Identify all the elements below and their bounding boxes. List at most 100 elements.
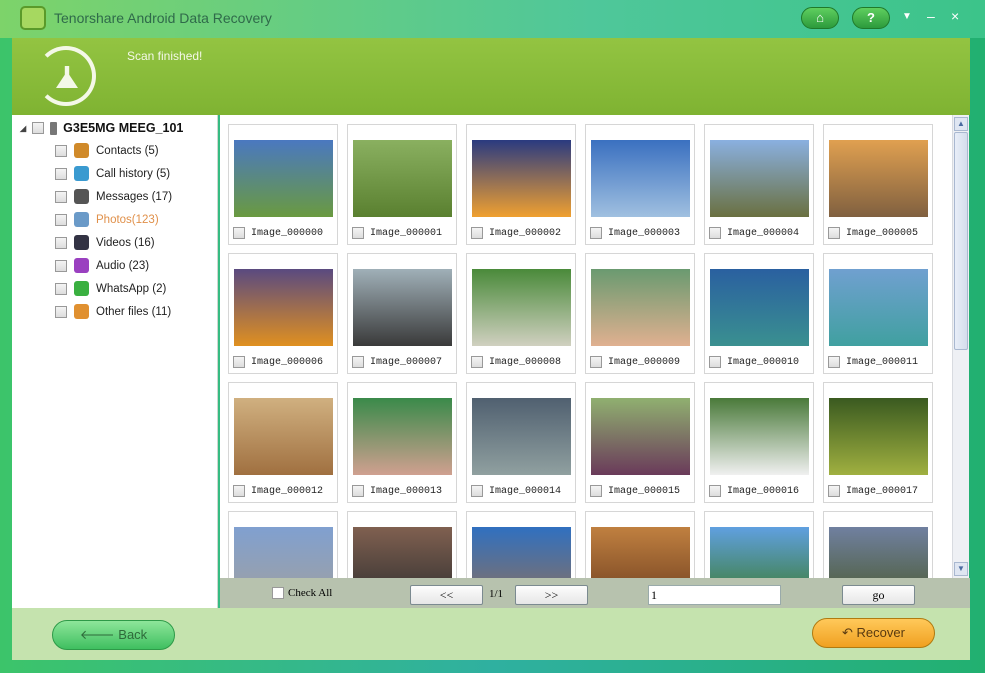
image-thumbnail[interactable] <box>829 398 928 475</box>
image-thumbnail[interactable] <box>353 269 452 346</box>
image-thumbnail[interactable] <box>472 140 571 217</box>
device-node[interactable]: ◢ G3E5MG MEEG_101 <box>20 121 183 135</box>
scroll-thumb[interactable] <box>954 132 968 350</box>
image-tile[interactable]: Image_000010 <box>704 253 814 374</box>
image-tile[interactable]: Image_000004 <box>704 124 814 245</box>
image-thumbnail[interactable] <box>234 140 333 217</box>
image-tile[interactable]: Image_000008 <box>466 253 576 374</box>
image-checkbox[interactable] <box>709 356 721 368</box>
image-thumbnail[interactable] <box>591 527 690 578</box>
image-thumbnail[interactable] <box>829 527 928 578</box>
image-tile[interactable]: Image_000017 <box>823 382 933 503</box>
close-button[interactable]: × <box>951 8 959 24</box>
image-checkbox[interactable] <box>590 356 602 368</box>
page-number-input[interactable] <box>648 585 781 605</box>
tree-item[interactable]: Contacts (5) <box>55 143 159 158</box>
item-checkbox[interactable] <box>55 167 67 180</box>
tree-item[interactable]: WhatsApp (2) <box>55 281 166 296</box>
go-button[interactable]: go <box>842 585 915 605</box>
image-checkbox[interactable] <box>590 227 602 239</box>
image-tile[interactable]: Image_000021 <box>585 511 695 578</box>
image-checkbox[interactable] <box>471 227 483 239</box>
image-thumbnail[interactable] <box>472 398 571 475</box>
image-thumbnail[interactable] <box>591 140 690 217</box>
image-tile[interactable]: Image_000006 <box>228 253 338 374</box>
image-tile[interactable]: Image_000023 <box>823 511 933 578</box>
image-thumbnail[interactable] <box>234 398 333 475</box>
grid-scrollbar[interactable]: ▲ ▼ <box>952 115 969 578</box>
image-checkbox[interactable] <box>352 485 364 497</box>
image-checkbox[interactable] <box>352 356 364 368</box>
image-thumbnail[interactable] <box>829 269 928 346</box>
image-checkbox[interactable] <box>233 485 245 497</box>
image-tile[interactable]: Image_000000 <box>228 124 338 245</box>
image-checkbox[interactable] <box>709 227 721 239</box>
item-checkbox[interactable] <box>55 282 67 295</box>
image-checkbox[interactable] <box>352 227 364 239</box>
image-checkbox[interactable] <box>590 485 602 497</box>
image-tile[interactable]: Image_000022 <box>704 511 814 578</box>
image-checkbox[interactable] <box>828 485 840 497</box>
recover-button[interactable]: ↶ Recover <box>812 618 935 648</box>
image-checkbox[interactable] <box>828 356 840 368</box>
tree-item[interactable]: Other files (11) <box>55 304 171 319</box>
item-checkbox[interactable] <box>55 259 67 272</box>
image-tile[interactable]: Image_000019 <box>347 511 457 578</box>
menu-dropdown-button[interactable]: ▼ <box>902 11 912 22</box>
image-tile[interactable]: Image_000012 <box>228 382 338 503</box>
image-tile[interactable]: Image_000003 <box>585 124 695 245</box>
image-thumbnail[interactable] <box>472 527 571 578</box>
image-tile[interactable]: Image_000009 <box>585 253 695 374</box>
image-tile[interactable]: Image_000016 <box>704 382 814 503</box>
check-all[interactable]: Check All <box>272 587 332 599</box>
tree-item[interactable]: Audio (23) <box>55 258 149 273</box>
image-thumbnail[interactable] <box>472 269 571 346</box>
next-page-button[interactable]: >> <box>515 585 588 605</box>
image-checkbox[interactable] <box>709 485 721 497</box>
image-checkbox[interactable] <box>233 356 245 368</box>
image-tile[interactable]: Image_000015 <box>585 382 695 503</box>
image-tile[interactable]: Image_000020 <box>466 511 576 578</box>
item-checkbox[interactable] <box>55 213 67 226</box>
image-thumbnail[interactable] <box>710 398 809 475</box>
tree-item[interactable]: Videos (16) <box>55 235 155 250</box>
image-tile[interactable]: Image_000018 <box>228 511 338 578</box>
image-thumbnail[interactable] <box>710 527 809 578</box>
image-tile[interactable]: Image_000013 <box>347 382 457 503</box>
check-all-checkbox[interactable] <box>272 587 284 599</box>
image-thumbnail[interactable] <box>591 398 690 475</box>
image-tile[interactable]: Image_000014 <box>466 382 576 503</box>
image-checkbox[interactable] <box>828 227 840 239</box>
image-thumbnail[interactable] <box>353 527 452 578</box>
image-checkbox[interactable] <box>233 227 245 239</box>
prev-page-button[interactable]: << <box>410 585 483 605</box>
tree-item[interactable]: Call history (5) <box>55 166 170 181</box>
item-checkbox[interactable] <box>55 305 67 318</box>
tree-item[interactable]: Photos(123) <box>55 212 159 227</box>
item-checkbox[interactable] <box>55 190 67 203</box>
image-thumbnail[interactable] <box>710 140 809 217</box>
scroll-down-button[interactable]: ▼ <box>954 562 968 576</box>
minimize-button[interactable]: – <box>927 8 935 24</box>
image-checkbox[interactable] <box>471 485 483 497</box>
image-tile[interactable]: Image_000001 <box>347 124 457 245</box>
image-tile[interactable]: Image_000011 <box>823 253 933 374</box>
image-thumbnail[interactable] <box>234 527 333 578</box>
help-button[interactable]: ? <box>852 7 890 29</box>
collapse-arrow-icon[interactable]: ◢ <box>20 124 26 133</box>
back-button[interactable]: 🡐 Back <box>52 620 175 650</box>
tree-item[interactable]: Messages (17) <box>55 189 172 204</box>
scroll-up-button[interactable]: ▲ <box>954 117 968 131</box>
image-thumbnail[interactable] <box>353 398 452 475</box>
item-checkbox[interactable] <box>55 144 67 157</box>
image-tile[interactable]: Image_000002 <box>466 124 576 245</box>
device-checkbox[interactable] <box>32 122 45 134</box>
image-checkbox[interactable] <box>471 356 483 368</box>
image-thumbnail[interactable] <box>353 140 452 217</box>
home-button[interactable]: ⌂ <box>801 7 839 29</box>
image-thumbnail[interactable] <box>234 269 333 346</box>
image-tile[interactable]: Image_000007 <box>347 253 457 374</box>
image-tile[interactable]: Image_000005 <box>823 124 933 245</box>
item-checkbox[interactable] <box>55 236 67 249</box>
image-thumbnail[interactable] <box>829 140 928 217</box>
